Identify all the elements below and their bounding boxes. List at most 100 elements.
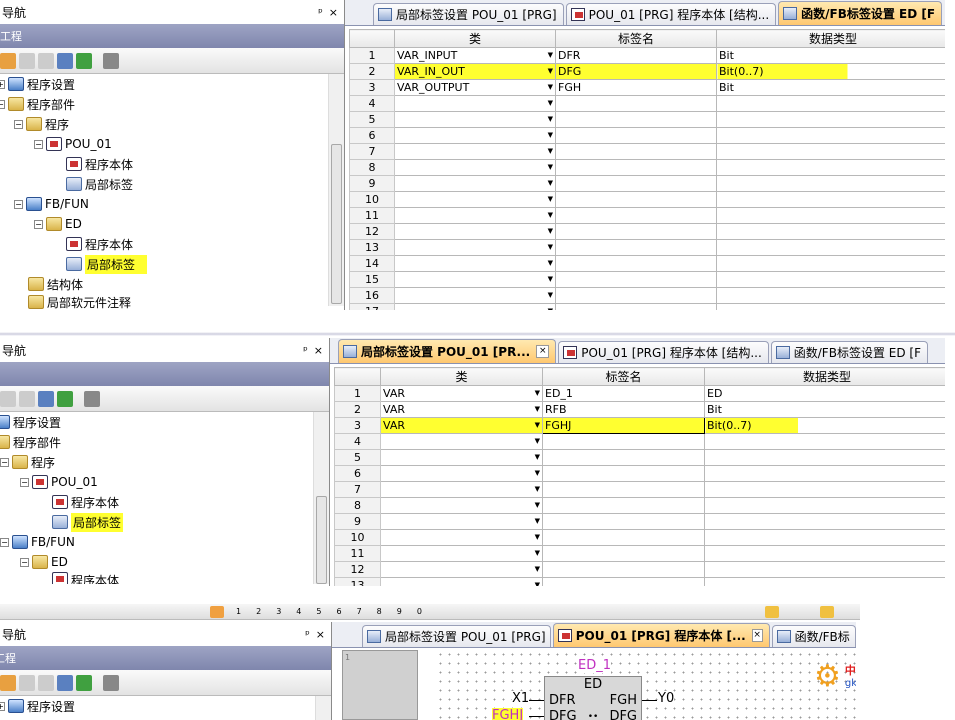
table-row[interactable]: 13 — [334, 577, 945, 586]
class-cell[interactable]: VAR — [380, 417, 543, 434]
table-row[interactable]: 6 — [334, 465, 945, 482]
paste-icon[interactable] — [38, 674, 54, 691]
table-row[interactable]: 11 — [334, 545, 945, 562]
data-type-cell[interactable] — [716, 191, 945, 208]
table-row[interactable]: 12 — [349, 223, 945, 240]
class-cell[interactable] — [394, 271, 556, 288]
refresh-icon[interactable] — [76, 674, 92, 691]
label-name-cell[interactable] — [542, 529, 705, 546]
tab-fb-label-ed[interactable]: 函数/FB标签设置 ED [F — [778, 1, 943, 25]
table-row[interactable]: 16 — [349, 287, 945, 304]
tab-local-label-pou01[interactable]: 局部标签设置 POU_01 [PRG] — [362, 625, 551, 647]
refresh-icon[interactable] — [76, 52, 92, 69]
tab-close-button[interactable]: × — [751, 629, 763, 642]
tree-item-fbfun[interactable]: − FB/FUN — [0, 532, 75, 552]
class-cell[interactable] — [380, 433, 543, 450]
class-cell[interactable] — [380, 497, 543, 514]
table-row[interactable]: 1VARED_1ED — [334, 385, 945, 402]
class-cell[interactable]: VAR_IN_OUT — [394, 63, 556, 80]
table-row[interactable]: 7 — [349, 143, 945, 160]
class-cell[interactable] — [394, 175, 556, 192]
class-cell[interactable] — [380, 465, 543, 482]
fb-output-pin-fgh[interactable]: FGH — [610, 693, 637, 709]
class-cell[interactable] — [394, 159, 556, 176]
class-cell[interactable]: VAR — [380, 401, 543, 418]
data-type-cell[interactable]: Bit — [716, 79, 945, 96]
paste-icon[interactable] — [19, 390, 35, 407]
class-cell[interactable] — [380, 561, 543, 578]
refresh-icon[interactable] — [57, 390, 73, 407]
data-type-cell[interactable] — [704, 529, 945, 546]
label-name-cell[interactable] — [542, 513, 705, 530]
class-cell[interactable]: VAR_INPUT — [394, 47, 556, 64]
table-row[interactable]: 12 — [334, 561, 945, 578]
fb-inout-pin-in[interactable]: DFG — [549, 709, 577, 720]
label-name-cell[interactable]: DFG — [555, 63, 717, 80]
paste-icon[interactable] — [38, 52, 54, 69]
copy-icon[interactable] — [19, 674, 35, 691]
table-row[interactable]: 2VARRFBBit — [334, 401, 945, 418]
label-name-cell[interactable]: FGHJ — [542, 417, 705, 434]
tree-item-program-parts[interactable]: 程序部件 — [0, 432, 61, 452]
table-row[interactable]: 7 — [334, 481, 945, 498]
pin-icon[interactable]: ᵖ — [303, 344, 308, 357]
label-name-cell[interactable] — [542, 465, 705, 482]
table-row[interactable]: 15 — [349, 271, 945, 288]
data-type-cell[interactable] — [704, 513, 945, 530]
table-row[interactable]: 3VARFGHJBit(0..7) — [334, 417, 945, 434]
close-icon[interactable]: × — [316, 628, 325, 641]
tree-scrollbar[interactable] — [328, 74, 344, 306]
fb-inout-pin-out[interactable]: DFG — [609, 709, 637, 720]
label-name-cell[interactable] — [542, 497, 705, 514]
class-cell[interactable] — [394, 239, 556, 256]
label-name-cell[interactable]: FGH — [555, 79, 717, 96]
data-type-cell[interactable] — [716, 255, 945, 272]
table-row[interactable]: 13 — [349, 239, 945, 256]
class-cell[interactable] — [394, 223, 556, 240]
label-name-cell[interactable]: RFB — [542, 401, 705, 418]
col-header-data-type[interactable]: 数据类型 — [716, 29, 945, 48]
table-row[interactable]: 8 — [349, 159, 945, 176]
class-cell[interactable] — [380, 513, 543, 530]
table-row[interactable]: 9 — [349, 175, 945, 192]
properties-icon[interactable] — [57, 674, 73, 691]
tree-item-program-body[interactable]: 程序本体 — [52, 492, 119, 512]
pin-icon[interactable]: ᵖ — [305, 628, 310, 641]
input-var-x1[interactable]: X1 — [512, 691, 530, 706]
table-row[interactable]: 11 — [349, 207, 945, 224]
data-type-cell[interactable]: ED — [704, 385, 945, 402]
data-type-cell[interactable] — [704, 497, 945, 514]
data-type-cell[interactable] — [716, 159, 945, 176]
table-row[interactable]: 1VAR_INPUTDFRBit — [349, 47, 945, 64]
function-block-ed[interactable]: ED DFR FGH DFG •• DFG — [544, 676, 642, 720]
data-type-cell[interactable]: Bit(0..7) — [704, 417, 945, 434]
class-cell[interactable] — [380, 481, 543, 498]
table-row[interactable]: 4 — [349, 95, 945, 112]
class-cell[interactable] — [394, 111, 556, 128]
table-row[interactable]: 4 — [334, 433, 945, 450]
label-name-cell[interactable] — [542, 577, 705, 586]
label-name-cell[interactable] — [555, 255, 717, 272]
data-type-cell[interactable] — [704, 577, 945, 586]
new-item-icon[interactable] — [0, 674, 16, 691]
tab-pou01-body[interactable]: POU_01 [PRG] 程序本体 [结构... — [565, 3, 777, 25]
label-name-cell[interactable]: DFR — [555, 47, 717, 64]
tab-local-label-pou01[interactable]: 局部标签设置 POU_01 [PR... × — [338, 339, 557, 363]
label-name-cell[interactable] — [555, 303, 717, 310]
label-name-cell[interactable] — [542, 433, 705, 450]
data-type-cell[interactable] — [716, 303, 945, 310]
output-var-y0[interactable]: Y0 — [658, 691, 675, 706]
table-row[interactable]: 14 — [349, 255, 945, 272]
data-type-cell[interactable] — [716, 207, 945, 224]
data-type-cell[interactable] — [704, 545, 945, 562]
data-type-cell[interactable] — [716, 239, 945, 256]
label-name-cell[interactable]: ED_1 — [542, 385, 705, 402]
data-type-cell[interactable] — [716, 287, 945, 304]
tree-item-program-settings[interactable]: 程序设置 — [0, 412, 61, 432]
col-header-label-name[interactable]: 标签名 — [555, 29, 717, 48]
class-cell[interactable] — [380, 545, 543, 562]
col-header-class[interactable]: 类 — [380, 367, 543, 386]
table-row[interactable]: 10 — [334, 529, 945, 546]
filter-icon[interactable] — [103, 52, 119, 69]
filter-icon[interactable] — [103, 674, 119, 691]
